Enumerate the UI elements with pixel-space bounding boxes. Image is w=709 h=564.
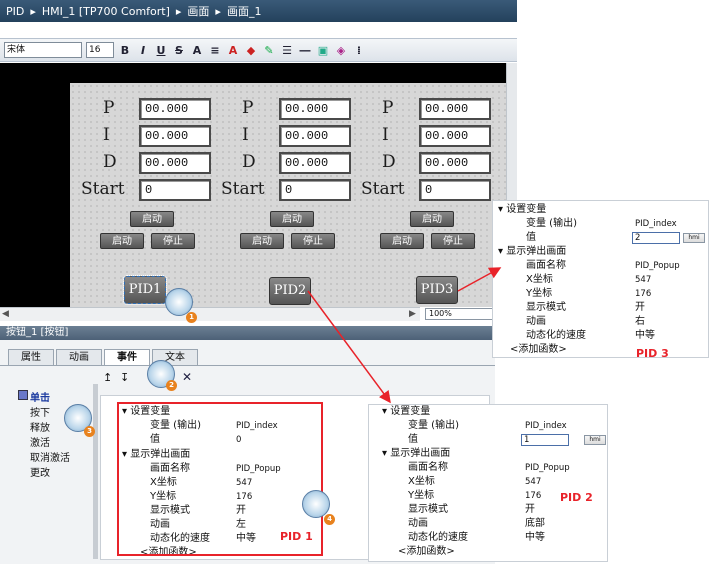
callout-4: 4 <box>324 514 335 525</box>
pid3-arrow <box>457 267 502 292</box>
callout-1: 1 <box>186 312 197 323</box>
callout-2: 2 <box>166 380 177 391</box>
annotation-arrows <box>307 267 502 404</box>
pid2-arrow <box>307 290 391 404</box>
callout-3: 3 <box>84 426 95 437</box>
